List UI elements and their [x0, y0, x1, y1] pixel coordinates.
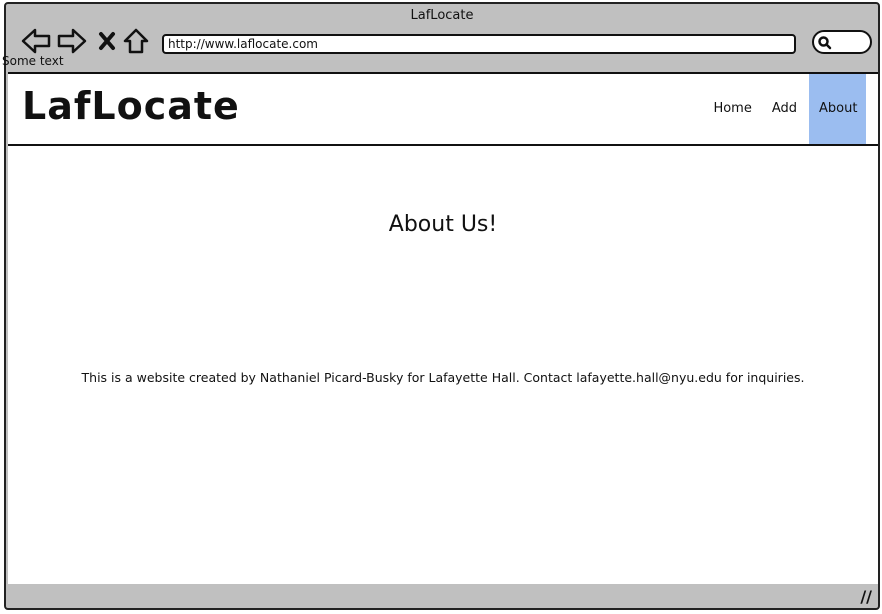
home-icon	[123, 28, 149, 54]
page-title: About Us!	[388, 212, 498, 237]
stop-button[interactable]	[96, 24, 118, 58]
forward-icon	[57, 28, 87, 54]
site-header: LafLocate Home Add About	[8, 74, 878, 146]
status-bar: //	[8, 584, 878, 606]
address-bar[interactable]: http://www.laflocate.com	[162, 34, 796, 54]
page-content: LafLocate Home Add About About Us! This …	[8, 72, 878, 586]
stop-icon	[99, 32, 115, 50]
forward-button[interactable]	[56, 24, 88, 58]
browser-window: LafLocate http://www.laflocate.com Some …	[2, 2, 880, 610]
resize-grip-icon[interactable]: //	[860, 587, 872, 606]
nav-menu: Home Add About	[703, 74, 878, 144]
nav-item-home[interactable]: Home	[703, 74, 761, 144]
back-button[interactable]	[20, 24, 52, 58]
search-icon	[818, 36, 832, 50]
search-box[interactable]	[812, 30, 872, 54]
site-logo[interactable]: LafLocate	[22, 84, 240, 128]
nav-item-add[interactable]: Add	[762, 74, 807, 144]
home-button[interactable]	[122, 24, 150, 58]
window-title: LafLocate	[410, 8, 474, 23]
nav-item-about[interactable]: About	[809, 74, 866, 144]
back-icon	[21, 28, 51, 54]
about-paragraph: This is a website created by Nathaniel P…	[81, 370, 805, 385]
overlay-text: Some text	[2, 54, 64, 68]
